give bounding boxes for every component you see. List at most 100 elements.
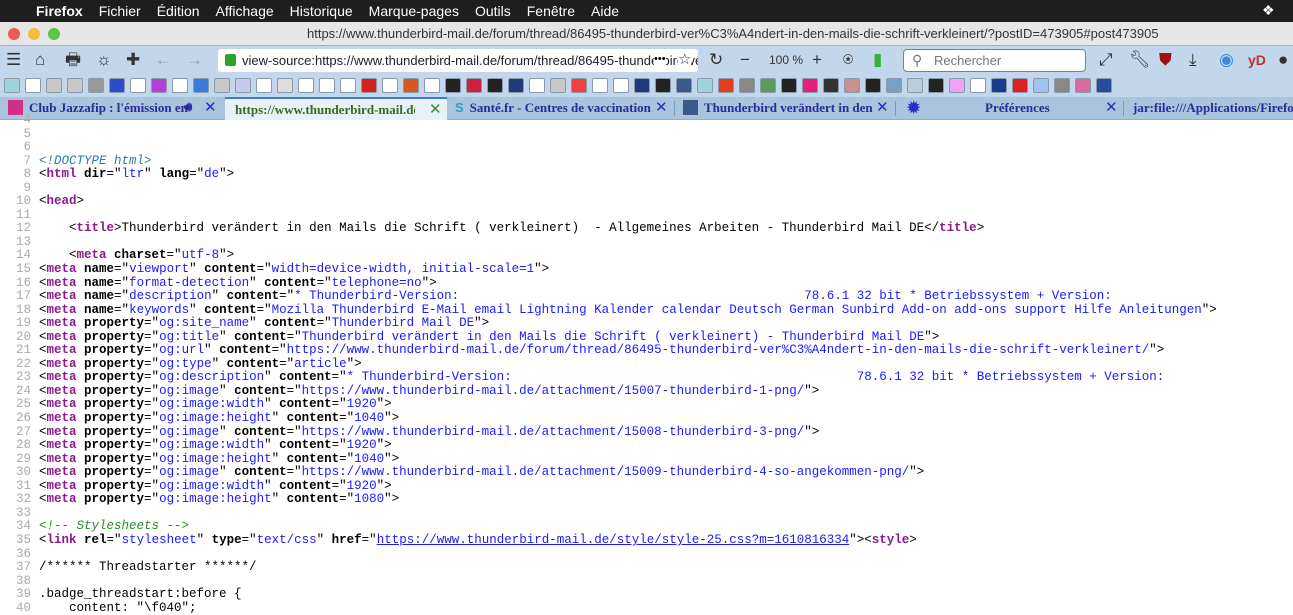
url-text[interactable]: view-source:https://www.thunderbird-mail…	[242, 53, 698, 68]
bookmark-icon[interactable]	[781, 78, 797, 93]
minimize-window-button[interactable]	[28, 28, 40, 40]
download-icon[interactable]: ⤓	[1189, 50, 1197, 70]
menu-marque-pages[interactable]: Marque-pages	[369, 3, 459, 19]
bookmark-icon[interactable]	[256, 78, 272, 93]
bookmark-icon[interactable]	[214, 78, 230, 93]
bookmark-icon[interactable]	[697, 78, 713, 93]
hamburger-menu-icon[interactable]: ☰	[6, 50, 21, 70]
bookmark-icon[interactable]	[403, 78, 419, 93]
menu-fenetre[interactable]: Fenêtre	[527, 3, 575, 19]
search-input[interactable]: ⚲ Rechercher	[903, 49, 1086, 72]
bookmark-icon[interactable]	[886, 78, 902, 93]
bookmark-icon[interactable]	[844, 78, 860, 93]
menu-app[interactable]: Firefox	[36, 3, 83, 19]
bookmark-icon[interactable]	[235, 78, 251, 93]
extension-balls-icon[interactable]: ●	[1278, 50, 1288, 70]
bookmark-icon[interactable]	[907, 78, 923, 93]
bookmark-icon[interactable]	[130, 78, 146, 93]
bookmark-icon[interactable]	[298, 78, 314, 93]
bookmark-icon[interactable]	[193, 78, 209, 93]
print-icon[interactable]: 🖶	[65, 50, 81, 70]
source-link[interactable]: https://www.thunderbird-mail.de/style/st…	[377, 533, 850, 548]
bookmark-icon[interactable]	[760, 78, 776, 93]
bookmark-icon[interactable]	[739, 78, 755, 93]
bookmark-icon[interactable]	[88, 78, 104, 93]
page-actions-button[interactable]: •••	[654, 53, 666, 65]
menu-aide[interactable]: Aide	[591, 3, 619, 19]
bookmark-icon[interactable]	[655, 78, 671, 93]
bookmark-icon[interactable]	[1033, 78, 1049, 93]
bookmark-icon[interactable]	[613, 78, 629, 93]
bookmark-icon[interactable]	[550, 78, 566, 93]
bookmark-icon[interactable]	[928, 78, 944, 93]
source-line: 35 < link rel =" stylesheet " type =" text/css "…	[0, 533, 1293, 548]
menu-outils[interactable]: Outils	[475, 3, 511, 19]
bookmark-icon[interactable]	[25, 78, 41, 93]
menu-fichier[interactable]: Fichier	[99, 3, 141, 19]
bookmark-icon[interactable]	[865, 78, 881, 93]
settings-gear-icon[interactable]: ☼	[96, 50, 112, 70]
extensions-puzzle-icon[interactable]: ✚	[126, 50, 140, 70]
source-text: ="	[339, 492, 355, 507]
bookmark-icon[interactable]	[172, 78, 188, 93]
bookmark-icon[interactable]	[319, 78, 335, 93]
pocket-save-icon[interactable]: ⍟	[843, 50, 853, 70]
source-text: "	[271, 451, 280, 466]
dropbox-icon[interactable]: ❖	[1262, 2, 1275, 19]
bookmark-icon[interactable]	[4, 78, 20, 93]
bookmark-icon[interactable]	[382, 78, 398, 93]
bookmark-icon[interactable]	[508, 78, 524, 93]
bookmark-icon[interactable]	[970, 78, 986, 93]
bookmark-icon[interactable]	[1096, 78, 1112, 93]
bookmark-icon[interactable]	[802, 78, 818, 93]
wrench-icon[interactable]: 🔧︎	[1129, 50, 1151, 70]
bookmark-icon[interactable]	[487, 78, 503, 93]
menu-historique[interactable]: Historique	[290, 3, 353, 19]
bookmark-icon[interactable]	[718, 78, 734, 93]
bookmark-icon[interactable]	[676, 78, 692, 93]
bookmark-icon[interactable]	[151, 78, 167, 93]
bookmark-icon[interactable]	[634, 78, 650, 93]
back-arrow-icon[interactable]: ←	[155, 50, 172, 70]
reload-icon[interactable]: ↻	[709, 50, 723, 70]
bookmark-icon[interactable]	[949, 78, 965, 93]
source-text: <	[39, 316, 47, 331]
bookmark-star-icon[interactable]: ☆	[678, 50, 692, 70]
bookmark-icon[interactable]	[1054, 78, 1070, 93]
bookmark-icon[interactable]	[361, 78, 377, 93]
source-line: 17 < meta name =" description " content =" * Th…	[0, 290, 1293, 304]
bookmark-icon[interactable]	[445, 78, 461, 93]
menu-edition[interactable]: Édition	[157, 3, 200, 19]
bookmark-icon[interactable]	[1012, 78, 1028, 93]
bookmark-icon[interactable]	[529, 78, 545, 93]
bookmark-icon[interactable]	[424, 78, 440, 93]
bookmark-icon[interactable]	[277, 78, 293, 93]
maximize-window-button[interactable]	[48, 28, 60, 40]
line-number: 40	[15, 600, 31, 615]
menu-affichage[interactable]: Affichage	[216, 3, 274, 19]
source-text: ">	[219, 248, 235, 263]
zoom-out-button[interactable]: −	[740, 50, 750, 70]
bookmark-icon[interactable]	[46, 78, 62, 93]
close-window-button[interactable]	[8, 28, 20, 40]
bookmark-icon[interactable]	[592, 78, 608, 93]
zoom-level[interactable]: 100 %	[769, 53, 803, 67]
bookmark-icon[interactable]	[466, 78, 482, 93]
bookmark-icon[interactable]	[823, 78, 839, 93]
zoom-in-button[interactable]: +	[812, 50, 822, 70]
extension-icon[interactable]: ◉	[1219, 50, 1234, 70]
bookmark-icon[interactable]	[571, 78, 587, 93]
home-icon[interactable]: ⌂	[35, 50, 45, 70]
bookmark-icon[interactable]	[991, 78, 1007, 93]
forward-arrow-icon[interactable]: →	[186, 50, 203, 70]
bookmark-icon[interactable]	[340, 78, 356, 93]
url-bar[interactable]: view-source:https://www.thunderbird-mail…	[218, 49, 698, 72]
youtube-downloader-icon[interactable]: yD	[1248, 50, 1266, 70]
bookmark-icon[interactable]	[67, 78, 83, 93]
bookmark-icon[interactable]	[1075, 78, 1091, 93]
fullscreen-icon[interactable]: ⤢	[1099, 50, 1113, 70]
bookmark-icon[interactable]	[109, 78, 125, 93]
ublock-icon[interactable]: ⛊	[1159, 50, 1172, 70]
attribute-name: property	[76, 370, 145, 385]
green-bookmark-icon[interactable]: ▮	[873, 50, 882, 70]
